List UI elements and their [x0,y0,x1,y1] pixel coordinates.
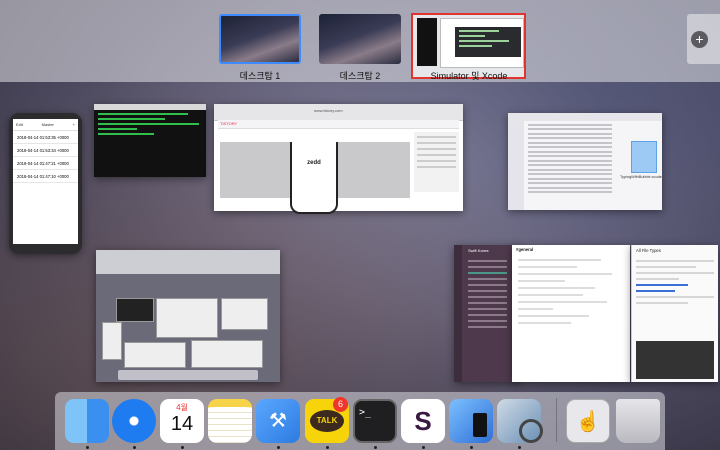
space-simulator-xcode-label: Simulator 및 Xcode [430,71,508,81]
list-item[interactable]: 2018-04-14 01:53:34 +0000 [13,144,78,157]
notes-icon[interactable] [208,399,252,443]
url-bar[interactable]: www.tistory.com [314,108,343,113]
terminal-icon[interactable]: >_ [353,399,397,443]
downloads-icon[interactable]: ☝ [566,399,610,443]
space-desktop-1-thumbnail[interactable] [219,14,301,64]
space-desktop-2-thumbnail[interactable] [319,14,401,64]
space-desktop-2-label: 데스크탑 2 [339,71,381,81]
browser-window[interactable]: www.tistory.com TISTORY zedd [214,104,463,214]
video-preview[interactable] [636,341,714,379]
terminal-window[interactable] [94,104,206,177]
preview-icon[interactable] [497,399,543,443]
device-text: zedd [307,160,321,166]
channel-name: #general [516,247,534,252]
calendar-icon[interactable]: 4월 14 [160,399,204,443]
dock-separator [556,398,557,442]
editor-sidebar [414,132,459,192]
finder-file-list[interactable] [526,121,614,196]
workspace-name: Swift Korea [468,248,489,253]
slack-sidebar-window[interactable]: Swift Korea [454,245,519,382]
plus-icon[interactable]: + [691,31,708,48]
browser-toolbar [218,120,459,129]
list-item[interactable]: 2018-04-14 01:53:35 +0000 [13,131,78,144]
finder-window[interactable]: TypingWithBubble.xcode [508,113,662,210]
kakaotalk-badge: 6 [333,397,348,412]
edit-button[interactable]: Edit [16,122,23,127]
list-item[interactable]: 2018-04-14 01:47:21 +0000 [13,157,78,170]
safari-icon[interactable] [112,399,156,443]
space-desktop-1-label: 데스크탑 1 [239,71,281,81]
file-name: TypingWithBubble.xcode [620,175,662,179]
iphone-mockup: zedd [290,142,338,214]
slack-icon[interactable]: S [401,399,445,443]
trash-icon[interactable] [616,399,660,443]
add-icon[interactable]: + [73,122,75,127]
finder-sidebar [508,121,524,210]
xcode-project-icon[interactable] [631,141,657,173]
slack-files-panel[interactable]: All File Types [631,245,718,382]
screenshot-preview-window[interactable] [96,250,280,382]
slack-chat-window[interactable]: #general [512,245,630,382]
xcode-icon[interactable]: ⚒ [256,399,300,443]
simulator-icon[interactable] [449,399,493,443]
files-title: All File Types [636,248,661,253]
master-title: Master [41,122,54,127]
list-item[interactable]: 2018-04-14 01:47:10 +0000 [13,170,78,183]
finder-icon[interactable] [65,399,109,443]
tistory-logo: TISTORY [220,121,238,126]
simulator-window[interactable]: Edit Master + 2018-04-14 01:53:35 +0000 20… [9,113,82,254]
